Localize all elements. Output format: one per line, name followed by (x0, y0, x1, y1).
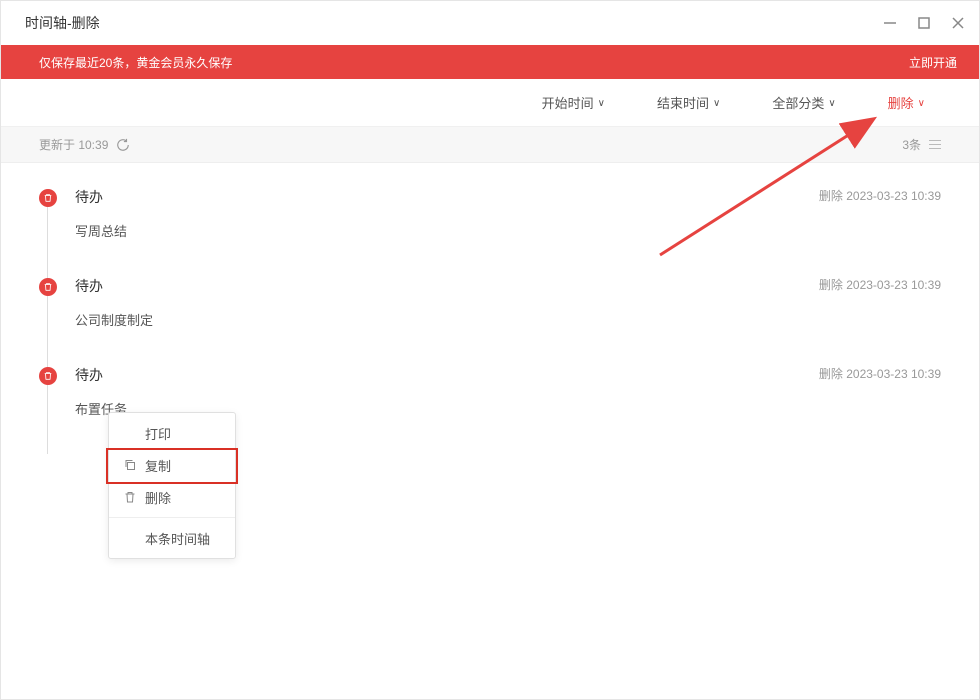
ctx-copy[interactable]: 复制 (109, 449, 235, 481)
status-right: 3条 (902, 136, 941, 153)
entry-type: 待办 (75, 187, 103, 207)
banner-message: 仅保存最近20条，黄金会员永久保存 (39, 54, 232, 71)
ctx-print[interactable]: 打印 (109, 417, 235, 449)
maximize-icon[interactable] (917, 16, 931, 30)
upgrade-button[interactable]: 立即开通 (909, 54, 957, 71)
ctx-delete-label: 删除 (145, 488, 171, 507)
entry-body: 公司制度制定 (75, 310, 941, 329)
entry-head: 待办 删除 2023-03-23 10:39 (75, 276, 941, 296)
entry-type: 待办 (75, 276, 103, 296)
chevron-down-icon: ∨ (713, 99, 720, 109)
ctx-this-timeline-label: 本条时间轴 (145, 529, 210, 548)
trash-icon (39, 189, 57, 207)
window-controls (883, 16, 965, 30)
status-left: 更新于 10:39 (39, 136, 130, 153)
ctx-copy-label: 复制 (145, 456, 171, 475)
refresh-icon[interactable] (116, 138, 130, 152)
filter-end-time[interactable]: 结束时间 ∨ (657, 93, 720, 112)
filter-category-label: 全部分类 (772, 93, 824, 112)
chevron-down-icon: ∨ (828, 99, 835, 109)
app-window: 时间轴-删除 仅保存最近20条，黄金会员永久保存 立即开通 开始时间 ∨ 结束时… (0, 0, 980, 700)
updated-label: 更新于 10:39 (39, 136, 108, 153)
entry-head: 待办 删除 2023-03-23 10:39 (75, 187, 941, 207)
status-bar: 更新于 10:39 3条 (1, 127, 979, 163)
trash-icon (123, 490, 137, 504)
entry-meta: 删除 2023-03-23 10:39 (819, 187, 941, 204)
filter-delete-label: 删除 (888, 93, 914, 112)
copy-icon (123, 458, 137, 472)
entry-head: 待办 删除 2023-03-23 10:39 (75, 365, 941, 385)
window-title: 时间轴-删除 (25, 13, 100, 33)
ctx-print-label: 打印 (145, 424, 171, 443)
filter-delete[interactable]: 删除 ∨ (888, 93, 925, 112)
timeline-entry[interactable]: 待办 删除 2023-03-23 10:39 写周总结 (37, 187, 941, 276)
trash-icon (39, 278, 57, 296)
ctx-this-timeline[interactable]: 本条时间轴 (109, 522, 235, 554)
title-bar: 时间轴-删除 (1, 1, 979, 45)
ctx-delete[interactable]: 删除 (109, 481, 235, 513)
timeline-entry[interactable]: 待办 删除 2023-03-23 10:39 公司制度制定 (37, 276, 941, 365)
filter-category[interactable]: 全部分类 ∨ (772, 93, 835, 112)
chevron-down-icon: ∨ (918, 99, 925, 109)
chevron-down-icon: ∨ (598, 99, 605, 109)
filter-row: 开始时间 ∨ 结束时间 ∨ 全部分类 ∨ 删除 ∨ (1, 79, 979, 127)
ctx-separator (109, 517, 235, 518)
entry-meta: 删除 2023-03-23 10:39 (819, 276, 941, 293)
menu-icon[interactable] (929, 140, 941, 149)
close-icon[interactable] (951, 16, 965, 30)
upgrade-banner: 仅保存最近20条，黄金会员永久保存 立即开通 (1, 45, 979, 79)
context-menu: 打印 复制 删除 本条时间轴 (108, 412, 236, 559)
filter-end-time-label: 结束时间 (657, 93, 709, 112)
entry-meta: 删除 2023-03-23 10:39 (819, 365, 941, 382)
filter-start-time-label: 开始时间 (542, 93, 594, 112)
count-label: 3条 (902, 136, 921, 153)
entry-type: 待办 (75, 365, 103, 385)
minimize-icon[interactable] (883, 16, 897, 30)
trash-icon (39, 367, 57, 385)
filter-start-time[interactable]: 开始时间 ∨ (542, 93, 605, 112)
entry-body: 写周总结 (75, 221, 941, 240)
